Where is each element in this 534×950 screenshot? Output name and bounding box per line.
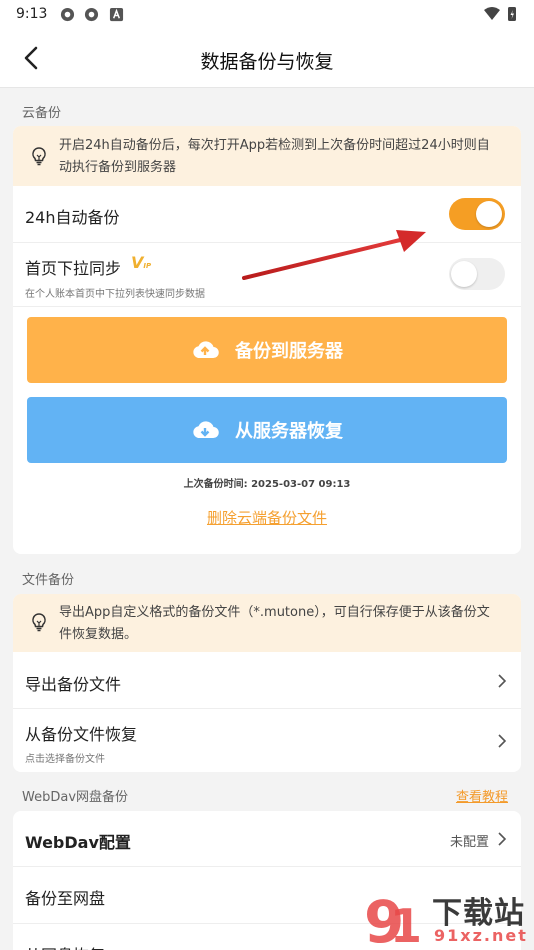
- chevron-right-icon: [498, 832, 507, 846]
- webdav-config-label: WebDav配置: [25, 833, 131, 852]
- wifi-battery-icon: [484, 7, 516, 21]
- file-tip: 导出App自定义格式的备份文件（*.mutone），可自行保存便于从该备份文件恢…: [13, 594, 521, 652]
- view-tutorial-link[interactable]: 查看教程: [456, 786, 508, 805]
- vip-badge-v: V: [131, 253, 144, 272]
- cloud-upload-icon: [193, 341, 219, 359]
- app-notification-icon: [109, 7, 124, 22]
- backup-button-label: 备份到服务器: [235, 341, 343, 362]
- cloud-section-label: 云备份: [22, 106, 62, 121]
- aperture-icon-2: [84, 7, 99, 22]
- page-title: 数据备份与恢复: [200, 51, 334, 73]
- lightbulb-icon: [32, 147, 46, 166]
- restore-from-file-row[interactable]: 从备份文件恢复 点击选择备份文件: [13, 709, 521, 772]
- webdav-section-label: WebDav网盘备份: [22, 790, 129, 805]
- delete-cloud-backup-link[interactable]: 删除云端备份文件: [13, 507, 521, 528]
- last-backup-time: 上次备份时间: 2025-03-07 09:13: [183, 479, 351, 490]
- export-backup-label: 导出备份文件: [25, 675, 122, 694]
- file-section-label: 文件备份: [22, 573, 75, 588]
- webdav-config-status: 未配置: [449, 835, 489, 850]
- backup-to-cloud-drive-label: 备份至网盘: [25, 889, 106, 908]
- watermark-site: 91xz.net: [434, 926, 528, 945]
- pull-sync-subtitle: 在个人账本首页中下拉列表快速同步数据: [25, 289, 205, 300]
- pull-sync-label: 首页下拉同步: [25, 259, 122, 278]
- pull-sync-toggle[interactable]: [449, 258, 505, 290]
- export-backup-row[interactable]: 导出备份文件: [13, 652, 521, 709]
- cloud-tip: 开启24h自动备份后，每次打开App若检测到上次备份时间超过24小时则自动执行备…: [13, 126, 521, 186]
- site-watermark: 9 1 下载站 91xz.net: [360, 888, 534, 950]
- cloud-backup-card: 开启24h自动备份后，每次打开App若检测到上次备份时间超过24小时则自动执行备…: [13, 126, 521, 554]
- app-bar: 数据备份与恢复: [0, 30, 534, 88]
- restore-from-file-subtitle: 点击选择备份文件: [25, 754, 105, 765]
- backup-to-server-button[interactable]: 备份到服务器: [27, 317, 507, 383]
- webdav-config-row[interactable]: WebDav配置 未配置: [13, 811, 521, 867]
- auto-backup-label: 24h自动备份: [25, 208, 120, 227]
- chevron-right-icon: [498, 674, 507, 688]
- vip-badge: VIP: [131, 253, 151, 272]
- cloud-download-icon: [193, 421, 219, 439]
- cloud-tip-text: 开启24h自动备份后，每次打开App若检测到上次备份时间超过24小时则自动执行备…: [59, 138, 490, 175]
- file-backup-card: 导出App自定义格式的备份文件（*.mutone），可自行保存便于从该备份文件恢…: [13, 594, 521, 772]
- restore-button-label: 从服务器恢复: [235, 421, 343, 442]
- status-bar: 9:13: [0, 0, 534, 30]
- restore-from-file-label: 从备份文件恢复: [25, 725, 138, 744]
- file-tip-text: 导出App自定义格式的备份文件（*.mutone），可自行保存便于从该备份文件恢…: [59, 605, 490, 642]
- aperture-icon: [60, 7, 75, 22]
- toggle-knob: [451, 261, 477, 287]
- auto-backup-toggle[interactable]: [449, 198, 505, 230]
- toggle-knob: [476, 201, 502, 227]
- restore-from-cloud-drive-label: 从网盘恢复: [25, 942, 105, 950]
- vip-badge-ip: IP: [143, 262, 152, 270]
- svg-text:1: 1: [390, 899, 422, 950]
- status-time: 9:13: [16, 6, 48, 22]
- chevron-right-icon: [498, 734, 507, 748]
- restore-from-server-button[interactable]: 从服务器恢复: [27, 397, 507, 463]
- lightbulb-icon: [32, 613, 46, 632]
- annotation-arrow-icon: [242, 230, 426, 280]
